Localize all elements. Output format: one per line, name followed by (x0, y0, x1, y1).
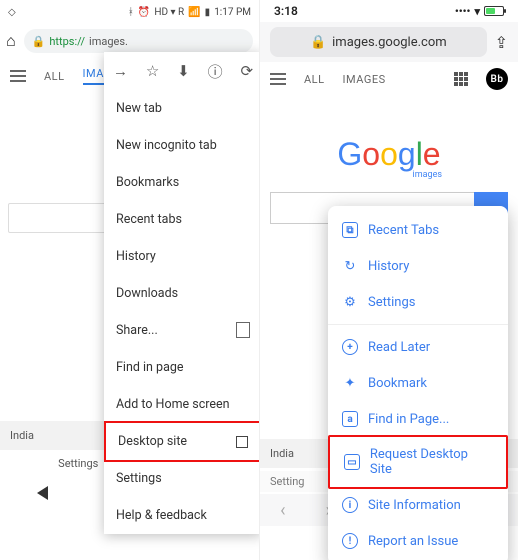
menu-icon-row: → ☆ ⬇ ⓘ ⟳ (104, 52, 260, 90)
menu-new-tab[interactable]: New tab (104, 90, 260, 127)
menu-help[interactable]: Help & feedback (104, 497, 260, 534)
status-time: 1:17 PM (214, 7, 251, 18)
nav-back-icon[interactable] (37, 486, 48, 500)
chrome-action-sheet: ⧉ Recent Tabs ↻ History ⚙ Settings + Rea… (328, 206, 508, 560)
menu-recent-tabs[interactable]: Recent tabs (104, 201, 260, 238)
nav-back-icon[interactable]: ‹ (280, 500, 285, 521)
gear-icon: ⚙ (342, 294, 358, 310)
wifi-icon: ▾ (474, 5, 480, 18)
menu-desktop-site[interactable]: Desktop site (104, 421, 260, 462)
google-logo: Google (260, 136, 518, 173)
footer-settings[interactable]: Settings (58, 457, 98, 470)
tab-all[interactable]: ALL (44, 70, 65, 83)
download-icon[interactable]: ⬇ (177, 62, 190, 80)
ios-status-bar: 3:18 •••• ▾ (260, 0, 518, 22)
menu-settings[interactable]: Settings (104, 460, 260, 497)
ios-phone: 3:18 •••• ▾ 🔒 images.google.com ⇪ ALL IM… (260, 0, 518, 560)
lock-icon: 🔒 (32, 35, 46, 48)
google-tabs: ALL IMAGES Bb (260, 62, 518, 96)
menu-history[interactable]: History (104, 238, 260, 275)
share-icon[interactable]: ⇪ (495, 33, 508, 52)
star-icon: ✦ (342, 375, 358, 391)
lock-icon: 🔒 (310, 35, 326, 50)
url-text: images.google.com (332, 35, 447, 50)
wifi-icon: 📶 (188, 7, 200, 18)
tab-images[interactable]: IMAGES (343, 73, 386, 86)
plus-icon: + (342, 339, 358, 355)
sheet-report-issue[interactable]: ! Report an Issue (328, 523, 508, 559)
menu-add-home[interactable]: Add to Home screen (104, 386, 260, 423)
sheet-recent-tabs[interactable]: ⧉ Recent Tabs (328, 212, 508, 248)
info-icon[interactable]: ⓘ (208, 61, 223, 82)
bluetooth-icon: ᚼ (128, 7, 134, 18)
sheet-request-desktop[interactable]: ▭ Request Desktop Site (328, 435, 508, 489)
tab-all[interactable]: ALL (304, 73, 325, 86)
status-time: 3:18 (274, 4, 298, 18)
recent-tabs-icon: ⧉ (342, 222, 358, 238)
logo-o2: o (380, 136, 398, 172)
logo-g2: g (398, 136, 416, 172)
desktop-icon: ▭ (344, 454, 360, 470)
logo-g: G (337, 136, 362, 172)
alert-icon: ! (342, 533, 358, 549)
sheet-settings[interactable]: ⚙ Settings (328, 284, 508, 320)
find-icon: a (342, 411, 358, 427)
url-rest: images. (89, 35, 128, 48)
logo-e: e (423, 136, 441, 172)
alarm-icon: ⏰ (138, 7, 150, 18)
chrome-overflow-menu: → ☆ ⬇ ⓘ ⟳ New tab New incognito tab Book… (104, 52, 260, 534)
hamburger-icon[interactable] (10, 70, 26, 82)
menu-incognito[interactable]: New incognito tab (104, 127, 260, 164)
apps-grid-icon[interactable] (454, 72, 468, 86)
avatar[interactable]: Bb (486, 68, 508, 90)
reload-icon[interactable]: ⟳ (240, 62, 253, 80)
menu-bookmarks[interactable]: Bookmarks (104, 164, 260, 201)
logo-l: l (416, 136, 423, 172)
url-bar[interactable]: 🔒 https:// images. (24, 29, 253, 53)
menu-downloads[interactable]: Downloads (104, 275, 260, 312)
sheet-find-in-page[interactable]: a Find in Page... (328, 401, 508, 437)
checkbox-icon[interactable] (236, 436, 248, 448)
android-status-bar: ◇ ᚼ ⏰ HD ▾ R 📶 ▮ 1:17 PM (0, 0, 259, 24)
logo-o1: o (362, 136, 380, 172)
home-icon[interactable]: ⌂ (6, 31, 16, 51)
hd-icon: HD ▾ R (154, 7, 184, 18)
info-icon: i (342, 497, 358, 513)
hamburger-icon[interactable] (270, 73, 286, 85)
menu-find-in-page[interactable]: Find in page (104, 349, 260, 386)
copy-icon (238, 324, 250, 338)
android-phone: ◇ ᚼ ⏰ HD ▾ R 📶 ▮ 1:17 PM ⌂ 🔒 https:// ima… (0, 0, 260, 560)
star-icon[interactable]: ☆ (146, 62, 159, 80)
url-https: https:// (49, 35, 85, 48)
forward-icon[interactable]: → (113, 62, 128, 80)
url-bar[interactable]: 🔒 images.google.com (270, 27, 487, 57)
history-icon: ↻ (342, 258, 358, 274)
sheet-history[interactable]: ↻ History (328, 248, 508, 284)
sheet-bookmark[interactable]: ✦ Bookmark (328, 365, 508, 401)
sensor-icon: ◇ (8, 7, 16, 18)
menu-share[interactable]: Share... (104, 312, 260, 349)
cell-dots-icon: •••• (455, 5, 471, 18)
sheet-site-info[interactable]: i Site Information (328, 487, 508, 523)
sheet-read-later[interactable]: + Read Later (328, 324, 508, 365)
ios-toolbar: 🔒 images.google.com ⇪ (260, 22, 518, 62)
battery-icon (484, 6, 504, 16)
battery-icon: ▮ (205, 7, 211, 18)
